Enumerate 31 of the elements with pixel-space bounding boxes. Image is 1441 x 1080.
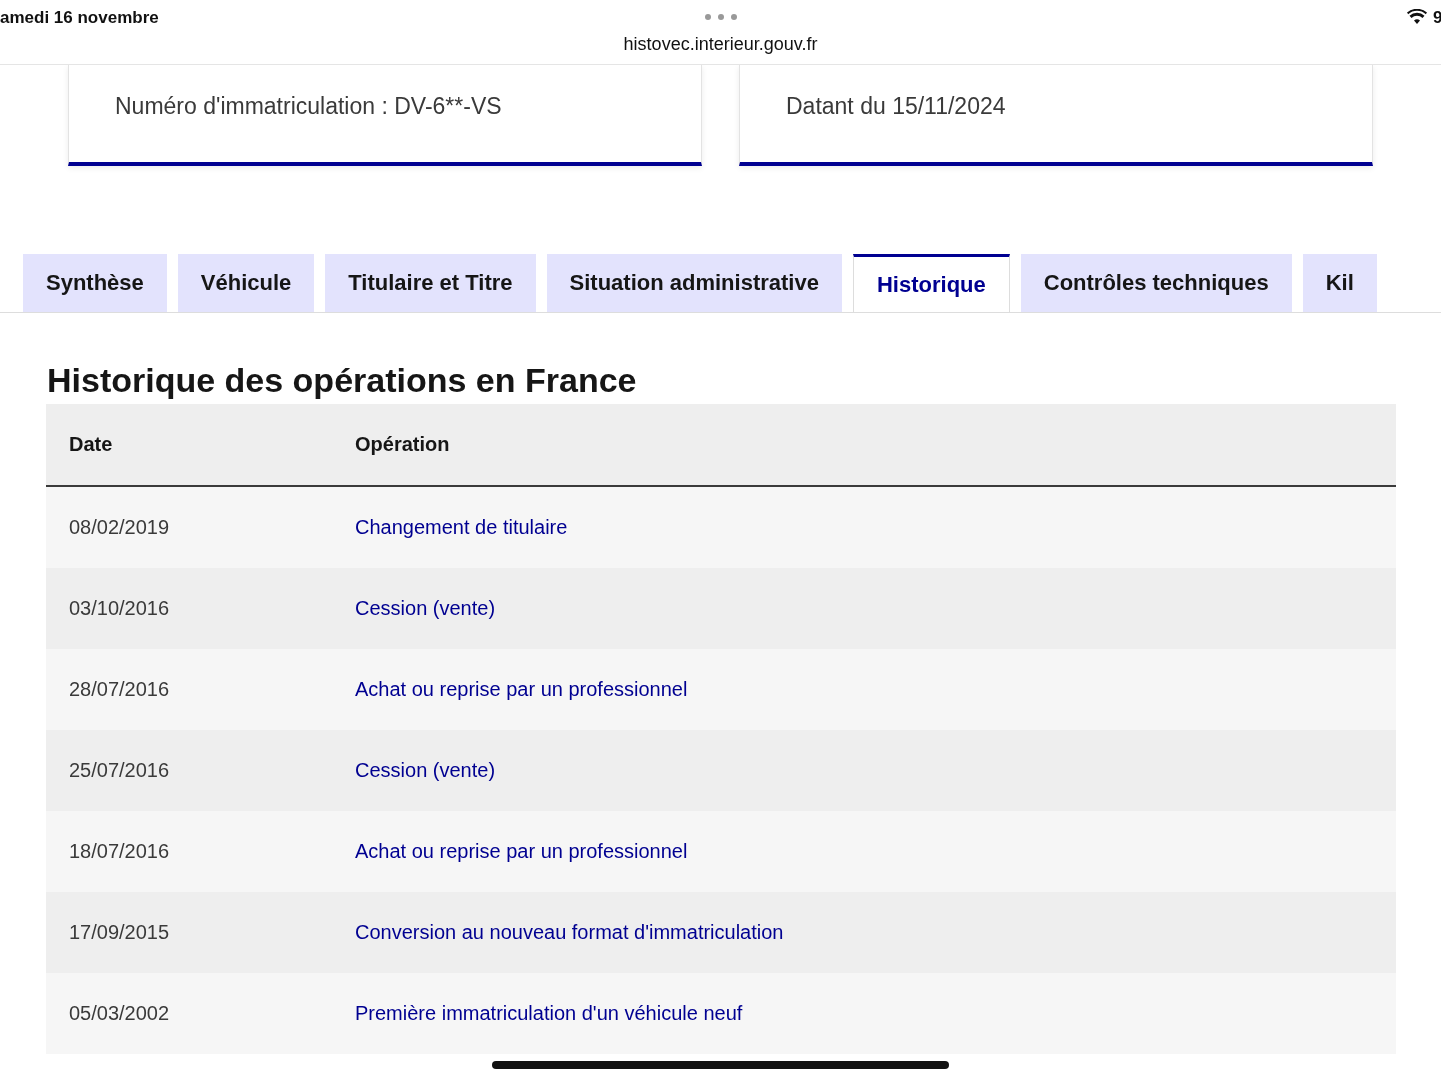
date-cell-text: 25/07/2016 [68, 759, 171, 782]
operation-link[interactable]: Achat ou reprise par un professionnel [355, 840, 688, 863]
date-cell-text: 05/03/2002 [68, 1002, 171, 1025]
operation-link[interactable]: Achat ou reprise par un professionnel [355, 678, 688, 701]
operation-link[interactable]: Changement de titulaire [355, 516, 568, 539]
date-cell-text: 28/07/2016 [68, 678, 171, 701]
wifi-icon [1407, 9, 1427, 24]
url-text[interactable]: histovec.interieur.gouv.fr [0, 34, 1441, 55]
battery-text: 9 [1433, 8, 1441, 28]
tab[interactable]: Contrôles techniques [1020, 254, 1292, 312]
tab[interactable]: Synthèse [23, 254, 167, 312]
tab[interactable]: Historique [852, 254, 1010, 312]
card-text: Numéro d'immatriculation : DV-6**-VS [115, 93, 502, 119]
date-cell-text: 03/10/2016 [68, 597, 171, 620]
operation-link[interactable]: Cession (vente) [355, 759, 496, 782]
operation-link[interactable]: Première immatriculation d'un véhicule neuf [355, 1002, 743, 1025]
column-header: Date [68, 433, 114, 456]
date-cell-text: 08/02/2019 [68, 516, 171, 539]
tab[interactable]: Kil [1302, 254, 1377, 312]
section-title: Historique des opérations en France [47, 361, 638, 400]
column-header: Opération [355, 433, 450, 456]
operation-link[interactable]: Cession (vente) [355, 597, 496, 620]
date-cell-text: 18/07/2016 [68, 840, 171, 863]
more-icon[interactable] [704, 14, 738, 20]
operation-link[interactable]: Conversion au nouveau format d'immatriculation [355, 921, 784, 944]
status-date: amedi 16 novembre [0, 8, 159, 28]
tab[interactable]: Situation administrative [546, 254, 842, 312]
tab[interactable]: Véhicule [177, 254, 315, 312]
card-text: Datant du 15/11/2024 [786, 93, 1006, 119]
date-cell-text: 17/09/2015 [68, 921, 171, 944]
tab[interactable]: Titulaire et Titre [325, 254, 536, 312]
